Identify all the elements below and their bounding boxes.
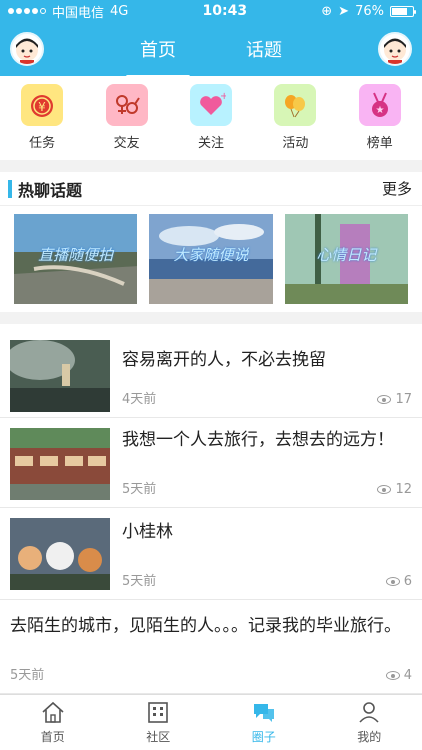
- list-item[interactable]: 容易离开的人，不必去挽留 4天前 17: [0, 324, 422, 418]
- battery-percent: 76%: [355, 3, 384, 19]
- bottom-tab-bar: 首页 社区 圈子 我的: [0, 694, 422, 750]
- post-time: 5天前: [10, 668, 45, 683]
- eye-icon: [385, 671, 400, 680]
- heart-icon: +: [189, 84, 232, 126]
- view-count: 4: [385, 668, 412, 683]
- topic-caption: 心情日记: [316, 246, 377, 264]
- header-nav: 首页 话题: [0, 22, 422, 78]
- svg-text:+: +: [220, 91, 226, 102]
- post-title: 我想一个人去旅行，去想去的远方！: [122, 430, 394, 450]
- tab-topics[interactable]: 话题: [242, 36, 286, 62]
- post-thumbnail: [10, 340, 110, 412]
- quick-item-label: 榜单: [366, 136, 393, 151]
- quick-item-friends[interactable]: 交友: [95, 84, 159, 151]
- building-icon: [148, 702, 169, 723]
- topic-card[interactable]: 大家随便说: [149, 214, 273, 304]
- post-time: 5天前: [122, 482, 157, 497]
- view-count-value: 6: [403, 574, 412, 589]
- topic-card[interactable]: 直播随便拍: [14, 214, 138, 304]
- topic-caption: 大家随便说: [173, 246, 249, 264]
- list-item[interactable]: 去陌生的城市，见陌生的人。。。记录我的毕业旅行。 5天前 4: [0, 600, 422, 694]
- eye-icon: [385, 577, 400, 586]
- battery-icon: [389, 5, 416, 17]
- post-thumbnail: [10, 428, 110, 500]
- hot-topics-header: 热聊话题 更多: [0, 172, 422, 206]
- view-count: 17: [377, 392, 412, 407]
- bottom-tab-label: 圈子: [251, 730, 276, 744]
- location-arrow-icon: ➤: [338, 3, 350, 19]
- quick-item-activity[interactable]: 活动: [263, 84, 327, 151]
- post-title: 容易离开的人，不必去挽留: [122, 350, 326, 370]
- post-time: 4天前: [122, 392, 157, 407]
- bottom-tab-label: 首页: [40, 730, 65, 744]
- view-count: 6: [385, 574, 412, 589]
- post-thumbnail: [10, 518, 110, 590]
- quick-item-ranking[interactable]: ★ 榜单: [348, 84, 412, 151]
- rotation-lock-icon: ⊕: [321, 3, 333, 19]
- svg-text:¥: ¥: [38, 100, 46, 114]
- quick-item-task[interactable]: ¥ 任务: [10, 84, 74, 151]
- topic-caption: 直播随便拍: [38, 246, 114, 264]
- chat-bubbles-icon: [253, 704, 274, 722]
- gender-icon: [105, 84, 148, 126]
- post-title: 去陌生的城市，见陌生的人。。。记录我的毕业旅行。: [10, 616, 401, 636]
- profile-avatar[interactable]: [378, 32, 412, 66]
- more-link[interactable]: 更多: [382, 178, 412, 199]
- tab-home[interactable]: 首页: [126, 36, 190, 78]
- view-count-value: 4: [403, 668, 412, 683]
- view-count: 12: [377, 482, 412, 497]
- bottom-tab-community[interactable]: 社区: [118, 700, 198, 745]
- feed-list: 容易离开的人，不必去挽留 4天前 17 我想一个人去旅行，去想去的远方！ 5天前…: [0, 324, 422, 694]
- view-count-value: 12: [395, 482, 412, 497]
- quick-item-label: 活动: [282, 136, 309, 151]
- network-label: 4G: [110, 3, 129, 19]
- eye-icon: [377, 395, 392, 404]
- list-item[interactable]: 我想一个人去旅行，去想去的远方！ 5天前 12: [0, 418, 422, 508]
- money-bag-icon: ¥: [21, 84, 64, 126]
- section-accent-bar: [8, 179, 12, 198]
- quick-item-label: 任务: [29, 136, 56, 151]
- signal-icon: [8, 8, 46, 14]
- top-bar: 中国电信 4G 10:43 ⊕ ➤ 76% 首页 话题: [0, 0, 422, 78]
- list-item[interactable]: 小桂林 5天前 6: [0, 508, 422, 600]
- svg-text:★: ★: [375, 105, 384, 116]
- carrier-label: 中国电信: [52, 5, 105, 21]
- quick-item-follow[interactable]: + 关注: [179, 84, 243, 151]
- balloon-icon: [274, 84, 317, 126]
- eye-icon: [377, 485, 392, 494]
- bottom-tab-label: 社区: [146, 730, 171, 744]
- post-time: 5天前: [122, 574, 157, 589]
- person-icon: [359, 702, 379, 723]
- bottom-tab-circle[interactable]: 圈子: [224, 700, 304, 745]
- topic-card[interactable]: 心情日记: [284, 214, 408, 304]
- bottom-tab-label: 我的: [357, 730, 382, 744]
- home-icon: [42, 701, 64, 723]
- status-bar: 中国电信 4G 10:43 ⊕ ➤ 76%: [0, 0, 422, 22]
- bottom-tab-home[interactable]: 首页: [13, 700, 93, 745]
- hot-topics-title: 热聊话题: [18, 180, 83, 200]
- medal-icon: ★: [358, 84, 401, 126]
- bottom-tab-mine[interactable]: 我的: [329, 700, 409, 745]
- quick-actions: ¥ 任务 交友 + 关注 活动 ★ 榜单: [0, 76, 422, 160]
- quick-item-label: 关注: [197, 136, 224, 151]
- post-title: 小桂林: [122, 522, 173, 542]
- quick-item-label: 交友: [113, 136, 140, 151]
- clock: 10:43: [202, 3, 248, 19]
- hot-topics-section: 热聊话题 更多 直播随便拍 大家随便说 心情日记: [0, 172, 422, 312]
- view-count-value: 17: [395, 392, 412, 407]
